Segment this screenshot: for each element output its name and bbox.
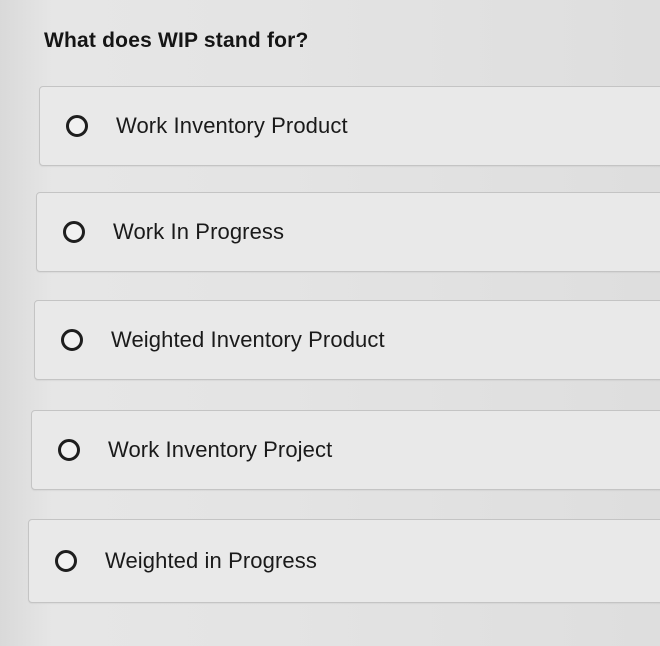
answer-option-label: Weighted Inventory Product bbox=[111, 327, 385, 352]
answer-option-work-in-progress[interactable]: Work In Progress bbox=[36, 192, 660, 272]
answer-option-label: Work Inventory Project bbox=[108, 437, 333, 462]
radio-button-icon[interactable] bbox=[66, 115, 88, 137]
answer-option-work-inventory-project[interactable]: Work Inventory Project bbox=[31, 410, 660, 490]
answer-option-label: Work In Progress bbox=[113, 219, 285, 244]
answer-options-list: Work Inventory Product Work In Progress … bbox=[0, 0, 660, 646]
answer-option-weighted-in-progress[interactable]: Weighted in Progress bbox=[28, 519, 660, 603]
answer-option-label: Weighted in Progress bbox=[105, 548, 317, 573]
answer-option-label: Work Inventory Product bbox=[116, 113, 348, 138]
radio-button-icon[interactable] bbox=[55, 550, 77, 572]
radio-button-icon[interactable] bbox=[63, 221, 85, 243]
radio-button-icon[interactable] bbox=[58, 439, 80, 461]
answer-option-weighted-inventory-product[interactable]: Weighted Inventory Product bbox=[34, 300, 660, 380]
radio-button-icon[interactable] bbox=[61, 329, 83, 351]
answer-option-work-inventory-product[interactable]: Work Inventory Product bbox=[39, 86, 660, 166]
